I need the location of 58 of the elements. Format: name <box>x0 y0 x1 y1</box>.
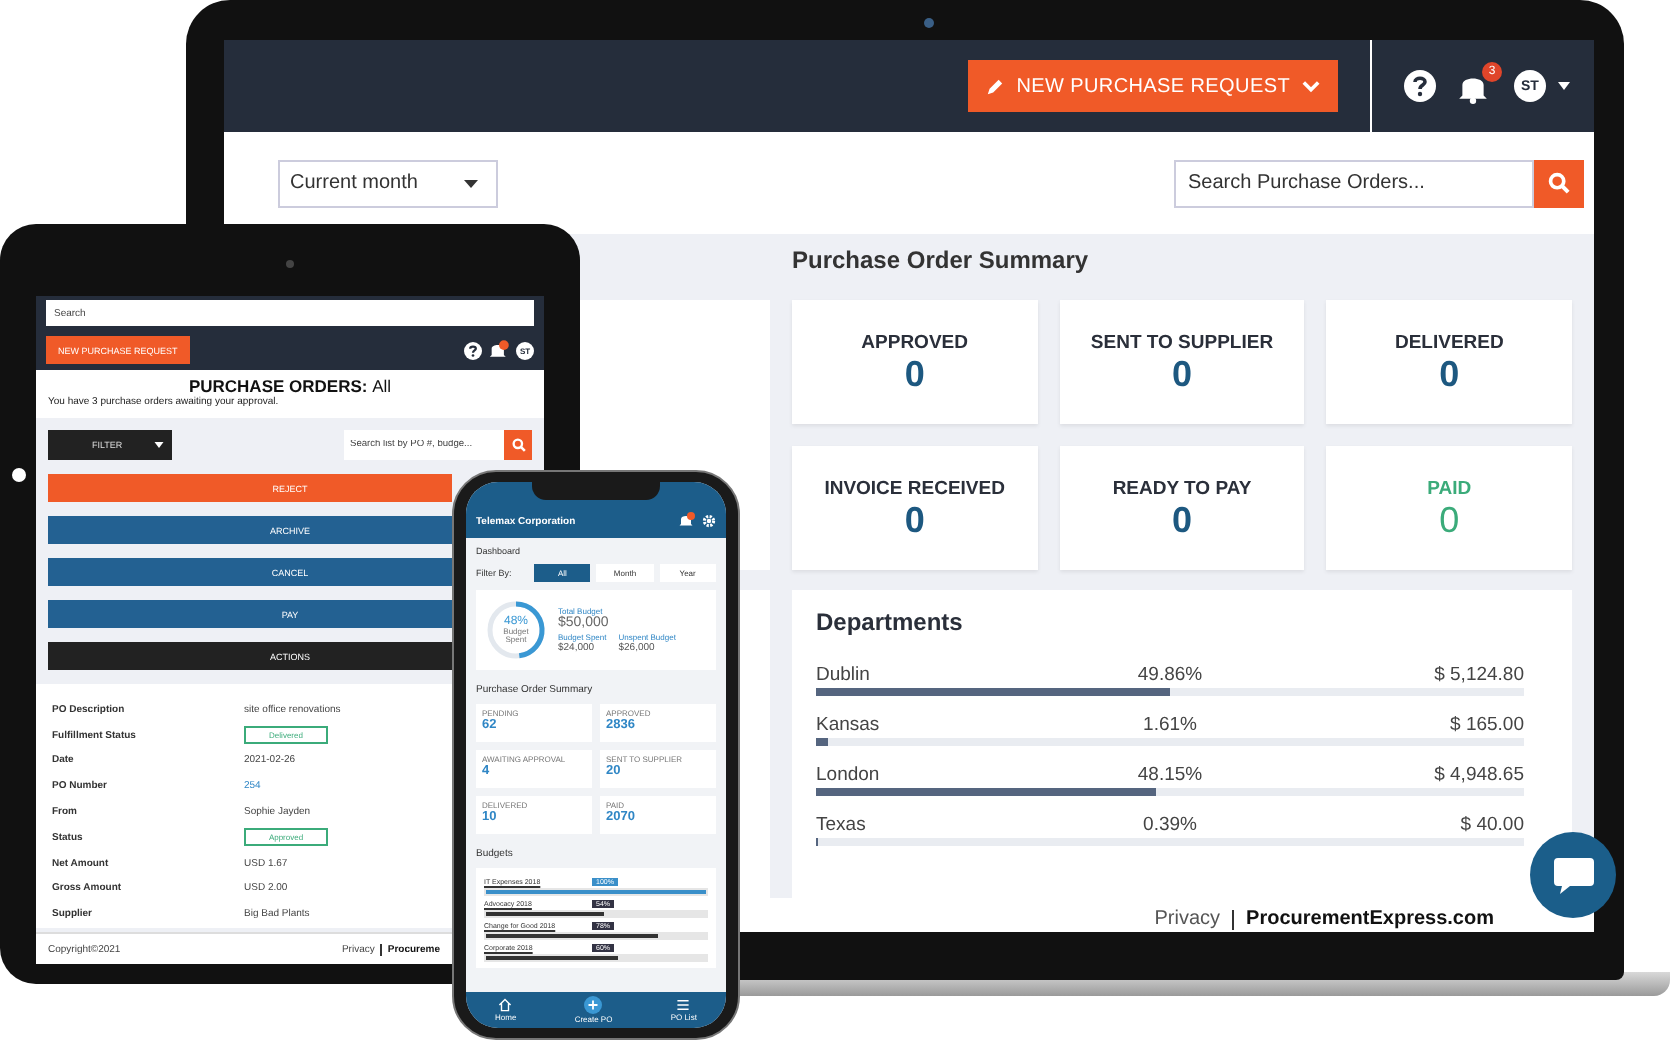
status-count: 0 <box>904 353 925 393</box>
status-label: SENT TO SUPPLIER <box>1090 331 1274 353</box>
help-icon[interactable] <box>464 341 482 359</box>
status-card[interactable]: READY TO PAY 0 <box>1059 446 1305 570</box>
department-percent: 48.15% <box>1135 764 1205 786</box>
search-icon <box>1548 172 1570 194</box>
status-label: INVOICE RECEIVED <box>824 477 1005 499</box>
status-card[interactable]: APPROVED 0 <box>792 300 1038 424</box>
caret-icon <box>1558 82 1570 90</box>
status-card[interactable]: SENT TO SUPPLIER 0 <box>1059 300 1305 424</box>
chat-icon <box>1551 855 1595 895</box>
department-name: Texas <box>816 814 868 836</box>
department-amount: $ 4,948.65 <box>1432 764 1524 786</box>
department-percent: 0.39% <box>1141 814 1199 836</box>
home-icon <box>498 997 513 1012</box>
status-card[interactable]: DELIVERED 0 <box>1326 300 1572 424</box>
bell-icon[interactable] <box>488 340 510 360</box>
department-percent: 49.86% <box>1135 664 1205 686</box>
department-name: Dublin <box>816 664 872 686</box>
search-button[interactable] <box>1534 159 1584 207</box>
page-title: PURCHASE ORDERS: All <box>186 376 394 396</box>
status-count: 0 <box>1439 353 1460 393</box>
status-count: 0 <box>1439 499 1460 539</box>
search-icon <box>511 438 525 452</box>
card-title: Departments <box>816 608 965 636</box>
status-label: READY TO PAY <box>1112 477 1252 499</box>
department-amount: $ 165.00 <box>1448 714 1524 736</box>
department-amount: $ 5,124.80 <box>1432 664 1524 686</box>
department-amount: $ 40.00 <box>1458 814 1524 836</box>
home-button[interactable] <box>12 468 26 482</box>
department-name: Kansas <box>816 714 882 736</box>
camera-dot <box>924 18 934 28</box>
caret-icon <box>464 179 478 187</box>
status-count: 0 <box>904 499 925 539</box>
period-dropdown[interactable]: Current month <box>278 159 498 207</box>
status-count: 0 <box>1171 353 1192 393</box>
status-card[interactable]: INVOICE RECEIVED 0 <box>792 446 1038 570</box>
department-name: London <box>816 764 882 786</box>
status-label: PAID <box>1427 477 1472 499</box>
privacy-link[interactable]: Privacy <box>1154 908 1221 930</box>
phone-notch <box>532 482 660 500</box>
search-field[interactable]: Search Purchase Orders... <box>1174 159 1534 207</box>
search-button[interactable] <box>504 430 532 460</box>
pencil-icon <box>986 77 1005 95</box>
status-label: DELIVERED <box>1394 331 1504 353</box>
list-icon <box>676 997 691 1012</box>
brand-name: ProcurementExpress.com <box>1246 908 1494 930</box>
caret-icon <box>154 442 164 448</box>
status-label: APPROVED <box>861 331 968 353</box>
department-percent: 1.61% <box>1141 714 1199 736</box>
help-icon[interactable] <box>1404 70 1436 102</box>
bell-icon[interactable] <box>678 512 696 528</box>
section-title: Purchase Order Summary <box>792 246 1091 278</box>
plus-icon <box>584 995 603 1014</box>
camera-dot <box>286 260 294 268</box>
settings-icon[interactable] <box>702 514 716 528</box>
chevron-icon <box>1302 79 1320 93</box>
status-count: 0 <box>1171 499 1192 539</box>
